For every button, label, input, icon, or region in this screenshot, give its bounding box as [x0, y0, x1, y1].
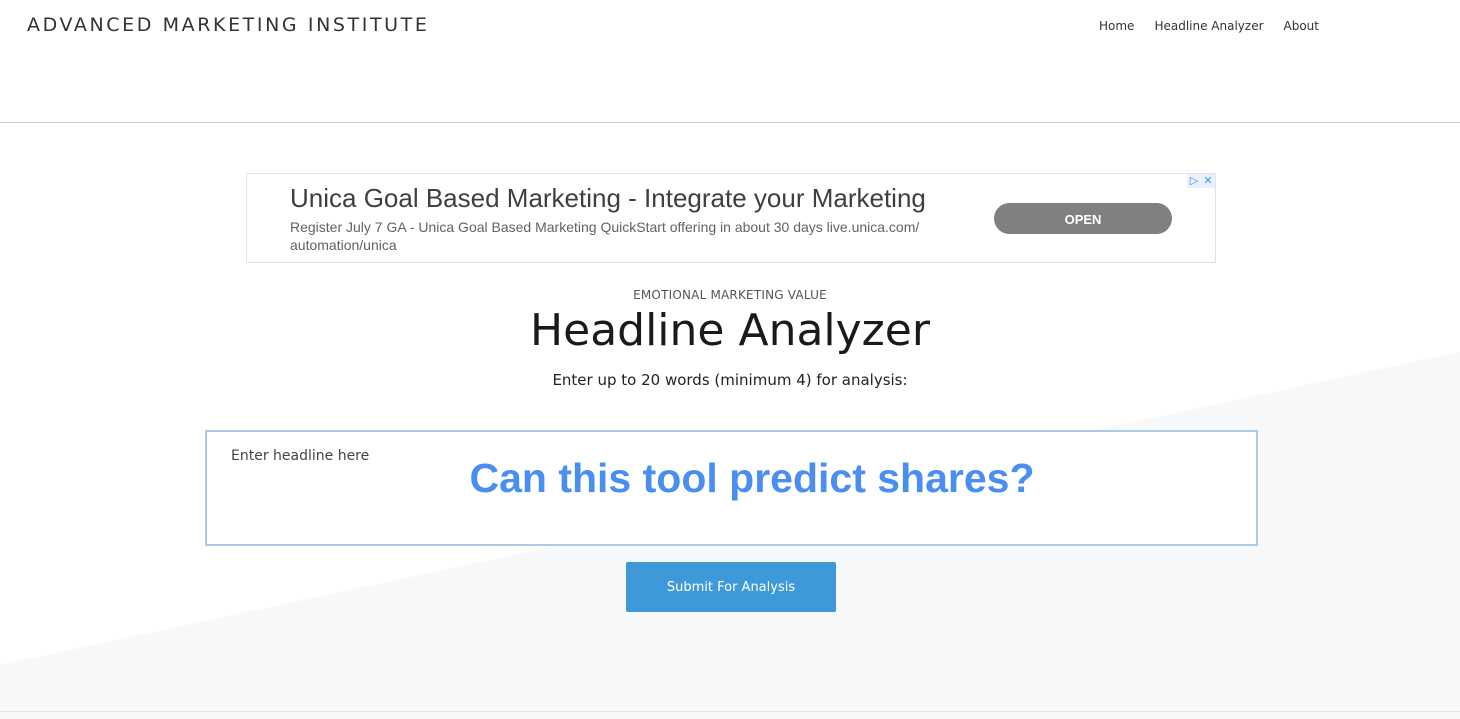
headline-input-placeholder: Enter headline here	[231, 448, 370, 464]
ad-choices: ▷ ✕	[1187, 174, 1215, 188]
main-nav: Home Headline Analyzer About	[1079, 19, 1319, 33]
nav-headline-analyzer[interactable]: Headline Analyzer	[1154, 19, 1263, 33]
nav-home[interactable]: Home	[1099, 19, 1134, 33]
nav-about[interactable]: About	[1284, 19, 1319, 33]
headline-input[interactable]: Enter headline here	[205, 430, 1258, 546]
site-header: ADVANCED MARKETING INSTITUTE Home Headli…	[0, 0, 1460, 123]
site-logo[interactable]: ADVANCED MARKETING INSTITUTE	[27, 14, 429, 36]
ad-banner[interactable]: Unica Goal Based Marketing - Integrate y…	[246, 173, 1216, 263]
close-icon[interactable]: ✕	[1201, 174, 1215, 188]
adchoices-icon[interactable]: ▷	[1187, 174, 1201, 188]
submit-button[interactable]: Submit For Analysis	[626, 562, 836, 612]
ad-description: Register July 7 GA - Unica Goal Based Ma…	[290, 219, 920, 253]
ad-title[interactable]: Unica Goal Based Marketing - Integrate y…	[290, 183, 926, 214]
instructions-text: Enter up to 20 words (minimum 4) for ana…	[552, 371, 908, 389]
ad-open-button[interactable]: OPEN	[994, 203, 1172, 234]
page: ADVANCED MARKETING INSTITUTE Home Headli…	[0, 0, 1460, 719]
eyebrow-label: EMOTIONAL MARKETING VALUE	[633, 288, 827, 302]
bottom-divider	[0, 711, 1460, 712]
page-title: Headline Analyzer	[530, 305, 930, 356]
